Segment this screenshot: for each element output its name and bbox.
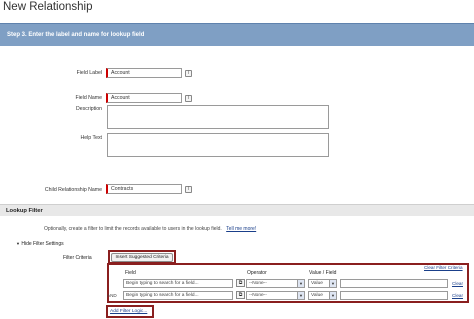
child-relationship-info-icon[interactable]: i — [185, 186, 192, 193]
clear-filter-criteria-link[interactable]: Clear Filter Criteria — [424, 265, 463, 270]
description-textarea[interactable] — [107, 105, 329, 129]
field-label-input[interactable]: Account — [106, 68, 182, 78]
filter-row: Begin typing to search for a field... ⧉ … — [112, 278, 468, 289]
chevron-down-icon: ▼ — [329, 280, 336, 287]
operator-select[interactable]: --None-- ▼ — [246, 279, 305, 288]
field-label-info-icon[interactable]: i — [185, 70, 192, 77]
column-header-value: Value / Field — [309, 270, 337, 276]
hide-filter-settings-toggle[interactable]: ▼ Hide Filter Settings — [16, 241, 64, 247]
chevron-down-icon: ▼ — [297, 292, 304, 299]
child-relationship-label: Child Relationship Name — [44, 187, 102, 193]
value-type-value: Value — [311, 293, 323, 298]
triangle-down-icon: ▼ — [16, 241, 20, 246]
help-text-label: Help Text — [80, 135, 102, 141]
lookup-filter-title: Lookup Filter — [6, 208, 43, 214]
lookup-icon[interactable]: ⧉ — [236, 291, 245, 299]
lookup-filter-description-text: Optionally, create a filter to limit the… — [44, 226, 222, 232]
clear-row-link[interactable]: Clear — [452, 293, 463, 298]
value-type-select[interactable]: Value ▼ — [308, 291, 337, 300]
filter-criteria-label: Filter Criteria — [63, 255, 92, 261]
and-connector: AND — [107, 293, 117, 298]
lookup-filter-section-header: Lookup Filter — [0, 204, 474, 216]
operator-value: --None-- — [249, 293, 267, 298]
field-name-label: Field Name — [75, 95, 102, 101]
insert-suggested-criteria-button[interactable]: Insert Suggested Criteria — [111, 253, 173, 262]
step-title: Step 3. Enter the label and name for loo… — [7, 32, 145, 38]
field-search-input[interactable]: Begin typing to search for a field... — [123, 291, 233, 300]
value-type-select[interactable]: Value ▼ — [308, 279, 337, 288]
field-name-input[interactable]: Account — [106, 93, 182, 103]
column-header-operator: Operator — [247, 270, 267, 276]
help-text-textarea[interactable] — [107, 133, 329, 157]
field-name-info-icon[interactable]: i — [185, 95, 192, 102]
chevron-down-icon: ▼ — [297, 280, 304, 287]
operator-value: --None-- — [249, 281, 267, 286]
lookup-icon[interactable]: ⧉ — [236, 279, 245, 287]
field-label-label: Field Label — [76, 70, 102, 76]
add-filter-logic-link[interactable]: Add Filter Logic... — [110, 309, 147, 314]
description-label: Description — [76, 106, 102, 112]
value-type-value: Value — [311, 281, 323, 286]
field-search-input[interactable]: Begin typing to search for a field... — [123, 279, 233, 288]
child-relationship-input[interactable]: Contracts — [106, 184, 182, 194]
clear-row-link[interactable]: Clear — [452, 281, 463, 286]
page-title: New Relationship — [3, 1, 93, 13]
step-header: Step 3. Enter the label and name for loo… — [0, 23, 474, 46]
column-header-field: Field — [125, 270, 136, 276]
add-filter-logic-highlight: Add Filter Logic... — [106, 305, 154, 318]
tell-me-more-link[interactable]: Tell me more! — [226, 226, 256, 232]
hide-filter-settings-label: Hide Filter Settings — [21, 241, 64, 247]
filter-row: AND Begin typing to search for a field..… — [107, 290, 468, 301]
value-input[interactable] — [340, 279, 448, 288]
operator-select[interactable]: --None-- ▼ — [246, 291, 305, 300]
lookup-filter-description: Optionally, create a filter to limit the… — [44, 226, 256, 232]
value-input[interactable] — [340, 291, 448, 300]
insert-suggested-highlight: Insert Suggested Criteria — [108, 250, 176, 264]
chevron-down-icon: ▼ — [329, 292, 336, 299]
